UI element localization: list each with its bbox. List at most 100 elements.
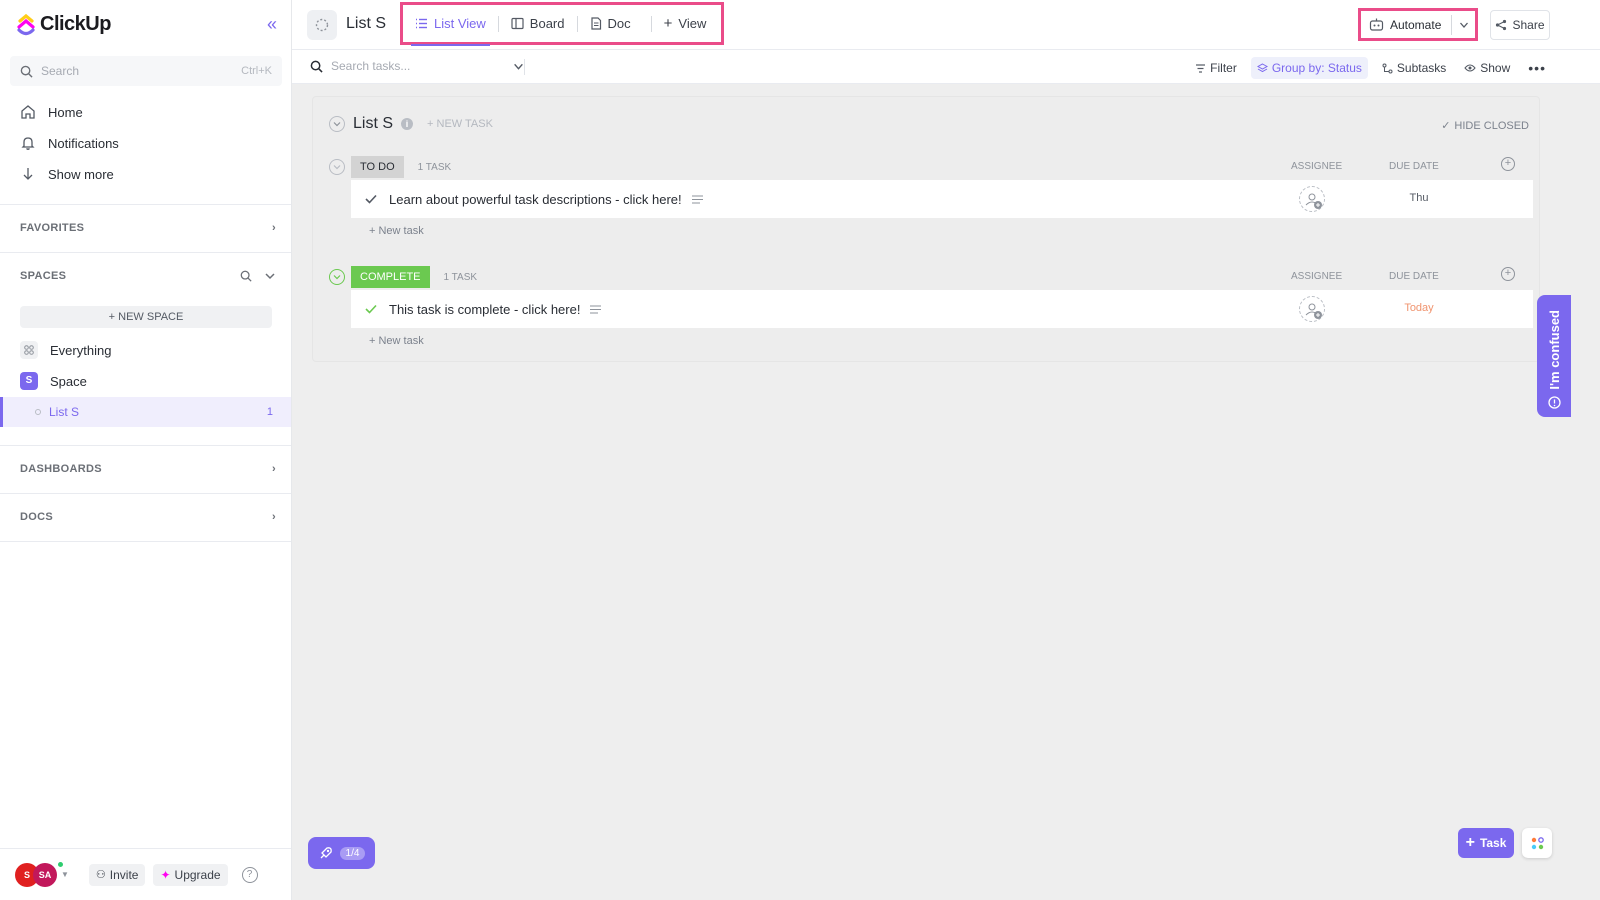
new-task-button[interactable]: + New task [369,335,424,347]
collapse-sidebar-icon[interactable]: « [262,14,282,34]
sidebar-item-list-s[interactable]: List S 1 [0,397,291,427]
sidebar-divider [0,493,291,494]
nav-notifications[interactable]: Notifications [20,131,119,155]
subtasks-label: Subtasks [1396,61,1447,75]
add-column-icon[interactable]: + [1501,267,1515,281]
im-confused-label: I'm confused [1546,310,1562,390]
new-task-fab-label: Task [1479,836,1507,850]
sidebar-search[interactable]: Search Ctrl+K [10,56,282,86]
table-row[interactable]: Learn about powerful task descriptions -… [351,180,1533,218]
nav-home[interactable]: Home [20,100,83,124]
add-assignee-icon[interactable] [1299,296,1325,322]
spaces-header[interactable]: SPACES [20,270,276,282]
sidebar-item-everything[interactable]: Everything [20,339,111,361]
apps-grid-button[interactable] [1522,828,1552,858]
sidebar-item-space[interactable]: S Space [20,370,87,392]
new-task-button[interactable]: + New task [369,225,424,237]
due-date-column-header[interactable]: DUE DATE [1389,161,1439,172]
sidebar-bottom-bar: S SA ▼ ⚇ Invite ✦ Upgrade ? [0,848,291,900]
task-name[interactable]: This task is complete - click here! [389,302,580,317]
clickup-logo[interactable]: ClickUp [16,12,111,36]
status-badge[interactable]: TO DO [351,156,404,178]
sidebar-divider [0,541,291,542]
toolbar-tools: Filter Group by: Status Subtasks Show ••… [1191,57,1550,79]
list-count: 1 [266,406,273,418]
dashboards-header[interactable]: DASHBOARDS › [20,463,276,475]
collapse-group-icon[interactable] [329,269,345,285]
online-status-icon [57,860,64,868]
new-task-fab[interactable]: + Task [1458,828,1514,858]
arrow-down-icon [23,168,33,180]
nav-show-more[interactable]: Show more [20,162,114,186]
layers-icon [1256,62,1268,72]
invite-button[interactable]: ⚇ Invite [88,863,146,886]
chevron-down-icon [1459,22,1468,28]
sidebar-divider [0,252,291,253]
assignee-column-header[interactable]: ASSIGNEE [1291,271,1342,282]
user-avatars[interactable]: S SA ▼ [15,860,69,887]
chevron-right-icon: › [272,222,276,234]
hide-closed-button[interactable]: ✓ HIDE CLOSED [1441,119,1529,133]
add-view-button[interactable]: + View [652,5,719,42]
check-icon[interactable] [365,192,377,207]
tab-board[interactable]: Board [499,5,577,42]
chevron-down-icon[interactable] [264,270,276,282]
search-tasks-input[interactable]: Search tasks... [310,59,524,73]
table-row[interactable]: This task is complete - click here! Toda… [351,290,1533,328]
new-space-button[interactable]: + NEW SPACE [20,306,272,328]
dashboards-label: DASHBOARDS [20,463,102,475]
task-name[interactable]: Learn about powerful task descriptions -… [389,192,682,207]
assignee-column-header[interactable]: ASSIGNEE [1291,161,1342,172]
add-person-icon: ⚇ [95,869,106,881]
info-icon[interactable]: i [401,118,414,130]
docs-label: DOCS [20,511,53,523]
group-by-button[interactable]: Group by: Status [1250,57,1368,79]
im-confused-button[interactable]: I'm confused [1537,295,1571,417]
list-status-icon [315,18,329,32]
due-date-column-header[interactable]: DUE DATE [1389,271,1439,282]
automate-dropdown[interactable] [1451,14,1475,35]
tab-list-view[interactable]: List View [403,5,498,46]
due-date[interactable]: Today [1387,302,1451,314]
share-label: Share [1512,18,1545,32]
view-tabs: List View Board Doc + View [400,2,724,46]
share-button[interactable]: Share [1490,10,1550,40]
onboarding-progress-button[interactable]: 1/4 [308,837,375,869]
collapse-group-icon[interactable] [329,159,345,175]
chevron-right-icon: › [272,511,276,523]
filter-icon [1196,63,1206,73]
space-label: Space [50,373,87,389]
check-icon[interactable] [365,302,377,317]
favorites-header[interactable]: FAVORITES › [20,222,276,234]
add-column-icon[interactable]: + [1501,157,1515,171]
subtasks-icon [1382,63,1393,73]
automate-button[interactable]: Automate [1358,8,1478,41]
subtasks-button[interactable]: Subtasks [1378,57,1450,79]
tab-doc[interactable]: Doc [578,5,643,42]
plus-icon: + [1465,834,1475,851]
collapse-list-icon[interactable] [329,116,345,132]
help-icon[interactable]: ? [241,866,258,883]
show-button[interactable]: Show [1460,57,1514,79]
upgrade-label: Upgrade [174,867,221,882]
automate-label: Automate [1390,17,1442,32]
new-task-header-button[interactable]: + NEW TASK [427,118,493,130]
onboarding-progress: 1/4 [339,846,366,860]
search-spaces-icon[interactable] [240,270,252,282]
tab-list-view-label: List View [434,16,486,31]
bell-icon [21,137,35,150]
filter-button[interactable]: Filter [1191,57,1241,79]
docs-header[interactable]: DOCS › [20,511,276,523]
clickup-logo-icon [17,13,35,36]
caret-down-icon: ▼ [61,870,69,879]
more-options-icon[interactable]: ••• [1524,57,1550,79]
due-date[interactable]: Thu [1387,192,1451,204]
add-assignee-icon[interactable] [1299,186,1325,212]
list-settings-button[interactable] [307,10,337,40]
status-badge[interactable]: COMPLETE [351,266,430,288]
list-header: List S i + NEW TASK [329,115,493,133]
upgrade-button[interactable]: ✦ Upgrade [153,863,228,886]
avatar: SA [33,862,57,887]
chevron-down-icon[interactable] [513,61,524,72]
help-icon [1547,396,1561,409]
